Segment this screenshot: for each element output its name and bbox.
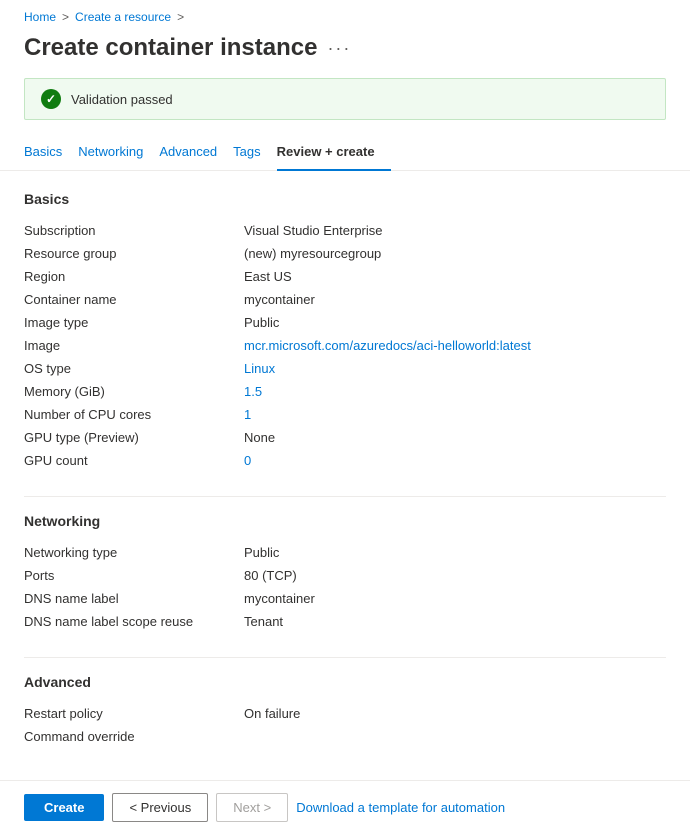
field-value: Public [244,545,279,560]
field-row: Memory (GiB)1.5 [24,380,666,403]
field-row: DNS name labelmycontainer [24,587,666,610]
previous-button[interactable]: < Previous [112,793,208,822]
download-template-link[interactable]: Download a template for automation [296,800,505,815]
field-row: OS typeLinux [24,357,666,380]
field-value: mcr.microsoft.com/azuredocs/aci-hellowor… [244,338,531,353]
page-header: Create container instance ··· [0,30,690,78]
field-value: 1.5 [244,384,262,399]
tab-review[interactable]: Review + create [277,136,391,171]
field-value: mycontainer [244,292,315,307]
field-label: GPU type (Preview) [24,430,244,445]
advanced-title: Advanced [24,674,666,690]
field-label: OS type [24,361,244,376]
tab-advanced[interactable]: Advanced [159,136,233,171]
field-label: Image [24,338,244,353]
field-label: Restart policy [24,706,244,721]
field-row: Ports80 (TCP) [24,564,666,587]
basics-title: Basics [24,191,666,207]
field-label: DNS name label scope reuse [24,614,244,629]
field-row: Image typePublic [24,311,666,334]
field-label: Command override [24,729,244,744]
breadcrumb-sep2: > [177,10,184,24]
field-label: Memory (GiB) [24,384,244,399]
field-label: Resource group [24,246,244,261]
advanced-section: AdvancedRestart policyOn failureCommand … [24,674,666,748]
field-label: DNS name label [24,591,244,606]
validation-banner: Validation passed [24,78,666,120]
field-value: (new) myresourcegroup [244,246,381,261]
field-value: 0 [244,453,251,468]
page-title: Create container instance [24,34,317,62]
validation-icon [41,89,61,109]
field-value: Visual Studio Enterprise [244,223,383,238]
tab-basics[interactable]: Basics [24,136,78,171]
field-label: Subscription [24,223,244,238]
tab-networking[interactable]: Networking [78,136,159,171]
field-row: RegionEast US [24,265,666,288]
field-value: Linux [244,361,275,376]
field-row: GPU type (Preview)None [24,426,666,449]
field-row: Networking typePublic [24,541,666,564]
field-value: Public [244,315,279,330]
field-label: Region [24,269,244,284]
field-row: Restart policyOn failure [24,702,666,725]
breadcrumb-sep1: > [62,10,69,24]
field-value: East US [244,269,292,284]
more-options-icon[interactable]: ··· [327,38,351,59]
breadcrumb-home[interactable]: Home [24,10,56,24]
field-value: Tenant [244,614,283,629]
footer-bar: Create < Previous Next > Download a temp… [0,780,690,834]
field-row: Number of CPU cores1 [24,403,666,426]
field-row: GPU count0 [24,449,666,472]
field-row: Resource group(new) myresourcegroup [24,242,666,265]
field-value: 80 (TCP) [244,568,297,583]
breadcrumb-create-resource[interactable]: Create a resource [75,10,171,24]
field-value: 1 [244,407,251,422]
field-label: Container name [24,292,244,307]
basics-section: Basics SubscriptionVisual Studio Enterpri… [24,191,666,472]
field-row: Command override [24,725,666,748]
field-label: Networking type [24,545,244,560]
field-row: Imagemcr.microsoft.com/azuredocs/aci-hel… [24,334,666,357]
field-label: Ports [24,568,244,583]
create-button[interactable]: Create [24,794,104,821]
field-label: Image type [24,315,244,330]
field-label: Number of CPU cores [24,407,244,422]
field-value: None [244,430,275,445]
validation-text: Validation passed [71,92,173,107]
next-button[interactable]: Next > [216,793,288,822]
tab-bar: BasicsNetworkingAdvancedTagsReview + cre… [0,136,690,171]
tab-tags[interactable]: Tags [233,136,276,171]
networking-section: NetworkingNetworking typePublicPorts80 (… [24,513,666,633]
main-content: Basics SubscriptionVisual Studio Enterpri… [0,171,690,832]
breadcrumb: Home > Create a resource > [0,0,690,30]
field-value: mycontainer [244,591,315,606]
field-row: SubscriptionVisual Studio Enterprise [24,219,666,242]
field-row: Container namemycontainer [24,288,666,311]
field-row: DNS name label scope reuseTenant [24,610,666,633]
field-value: On failure [244,706,300,721]
networking-title: Networking [24,513,666,529]
field-label: GPU count [24,453,244,468]
